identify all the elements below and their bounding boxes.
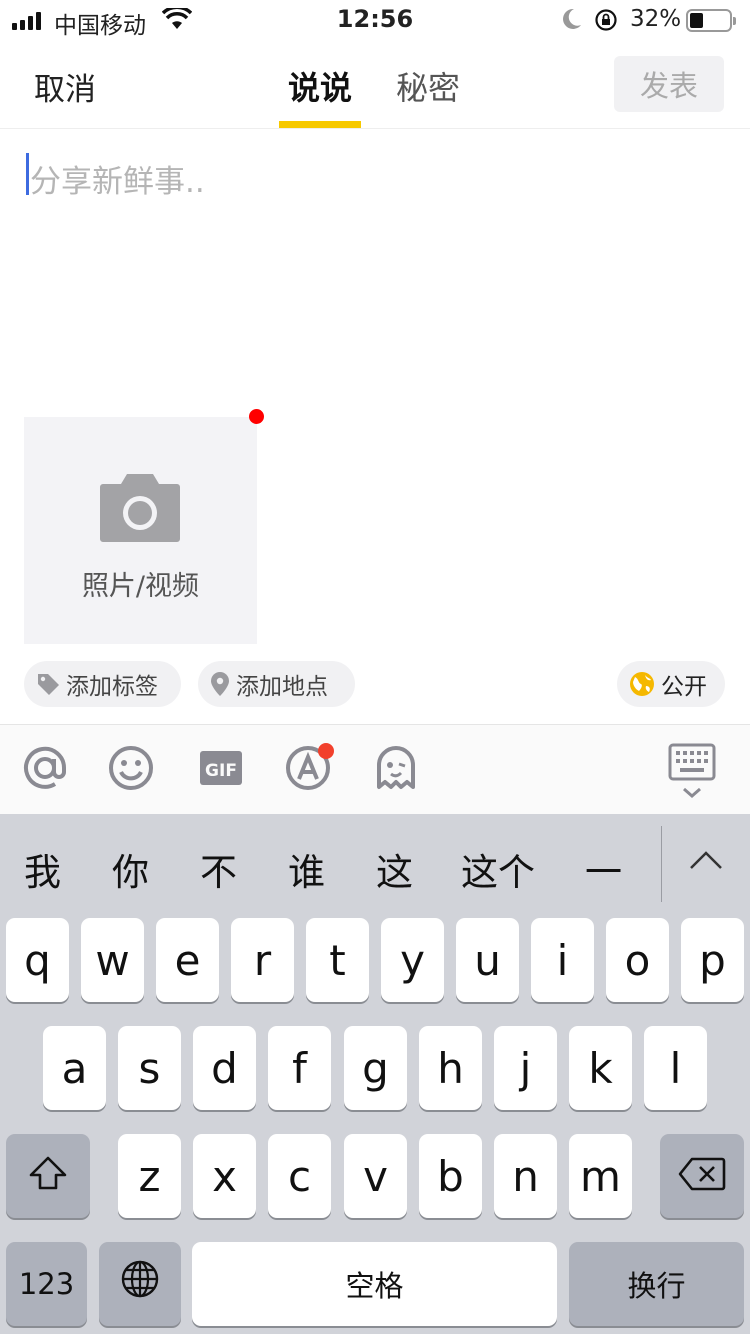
do-not-disturb-icon: [562, 8, 582, 36]
key-g[interactable]: g: [344, 1026, 407, 1110]
key-y[interactable]: y: [381, 918, 444, 1002]
emoji-icon[interactable]: [108, 745, 154, 795]
keyboard-hide-icon[interactable]: [668, 743, 716, 805]
post-placeholder: 分享新鲜事..: [30, 164, 205, 200]
key-s[interactable]: s: [118, 1026, 181, 1110]
candidate-bar: 我 你 不 谁 这 这个 一: [0, 814, 750, 914]
add-photo-video-button[interactable]: 照片/视频: [24, 417, 257, 644]
add-location-label: 添加地点: [236, 674, 328, 700]
candidate-word[interactable]: 一: [585, 842, 622, 896]
battery-icon: [686, 9, 736, 32]
tag-icon: [36, 672, 60, 696]
key-t[interactable]: t: [306, 918, 369, 1002]
key-m[interactable]: m: [569, 1134, 632, 1218]
rotation-lock-icon: [594, 8, 618, 38]
backspace-key[interactable]: [660, 1134, 744, 1218]
add-tag-label: 添加标签: [66, 674, 158, 700]
key-n[interactable]: n: [494, 1134, 557, 1218]
svg-text:GIF: GIF: [205, 761, 237, 781]
candidate-word[interactable]: 不: [200, 842, 237, 896]
key-a[interactable]: a: [43, 1026, 106, 1110]
shift-key[interactable]: [6, 1134, 90, 1218]
key-j[interactable]: j: [494, 1026, 557, 1110]
key-x[interactable]: x: [193, 1134, 256, 1218]
key-o[interactable]: o: [606, 918, 669, 1002]
key-v[interactable]: v: [344, 1134, 407, 1218]
numbers-key[interactable]: 123: [6, 1242, 87, 1326]
location-pin-icon: [210, 671, 230, 697]
globe-icon: [120, 1259, 160, 1309]
key-r[interactable]: r: [231, 918, 294, 1002]
key-z[interactable]: z: [118, 1134, 181, 1218]
chevron-up-icon[interactable]: [689, 850, 723, 874]
shift-icon: [28, 1152, 68, 1201]
key-l[interactable]: l: [644, 1026, 707, 1110]
key-u[interactable]: u: [456, 918, 519, 1002]
publish-button[interactable]: 发表: [614, 56, 724, 112]
key-i[interactable]: i: [531, 918, 594, 1002]
gif-icon[interactable]: GIF: [198, 745, 244, 795]
candidate-word[interactable]: 我: [24, 842, 61, 896]
tab-secret[interactable]: 秘密: [396, 63, 460, 109]
globe-public-icon: [629, 671, 655, 697]
globe-key[interactable]: [99, 1242, 181, 1326]
candidate-divider: [661, 826, 662, 902]
battery-percent: 32%: [630, 6, 682, 32]
candidate-word[interactable]: 谁: [288, 842, 325, 896]
system-keyboard: 我 你 不 谁 这 这个 一 q w e r t y u i o p a s d…: [0, 814, 750, 1334]
key-c[interactable]: c: [268, 1134, 331, 1218]
status-bar: 中国移动 12:56 32%: [0, 0, 750, 40]
compose-toolbar: GIF: [0, 724, 750, 814]
camera-icon: [99, 472, 181, 546]
key-f[interactable]: f: [268, 1026, 331, 1110]
key-h[interactable]: h: [419, 1026, 482, 1110]
at-icon[interactable]: [22, 745, 68, 795]
key-e[interactable]: e: [156, 918, 219, 1002]
notification-badge: [318, 743, 334, 759]
candidate-word[interactable]: 这: [376, 842, 413, 896]
visibility-selector[interactable]: 公开: [617, 661, 725, 707]
key-w[interactable]: w: [81, 918, 144, 1002]
add-location-button[interactable]: 添加地点: [198, 661, 355, 707]
key-p[interactable]: p: [681, 918, 744, 1002]
compose-nav-bar: 取消 说说 秘密 发表: [0, 40, 750, 129]
post-text-input[interactable]: 分享新鲜事..: [24, 150, 724, 350]
visibility-label: 公开: [661, 674, 707, 700]
key-q[interactable]: q: [6, 918, 69, 1002]
key-b[interactable]: b: [419, 1134, 482, 1218]
return-key[interactable]: 换行: [569, 1242, 744, 1326]
ghost-sticker-icon[interactable]: [374, 745, 418, 795]
active-tab-indicator: [279, 121, 361, 128]
add-tag-button[interactable]: 添加标签: [24, 661, 181, 707]
space-key[interactable]: 空格: [192, 1242, 557, 1326]
photo-video-label: 照片/视频: [81, 571, 200, 602]
cancel-button[interactable]: 取消: [34, 64, 96, 109]
key-k[interactable]: k: [569, 1026, 632, 1110]
key-d[interactable]: d: [193, 1026, 256, 1110]
candidate-word[interactable]: 这个: [461, 842, 535, 896]
tab-shuoshuo[interactable]: 说说: [288, 63, 352, 109]
backspace-icon: [678, 1152, 726, 1201]
notification-dot: [249, 409, 264, 424]
candidate-word[interactable]: 你: [112, 842, 149, 896]
text-caret: [26, 153, 29, 195]
